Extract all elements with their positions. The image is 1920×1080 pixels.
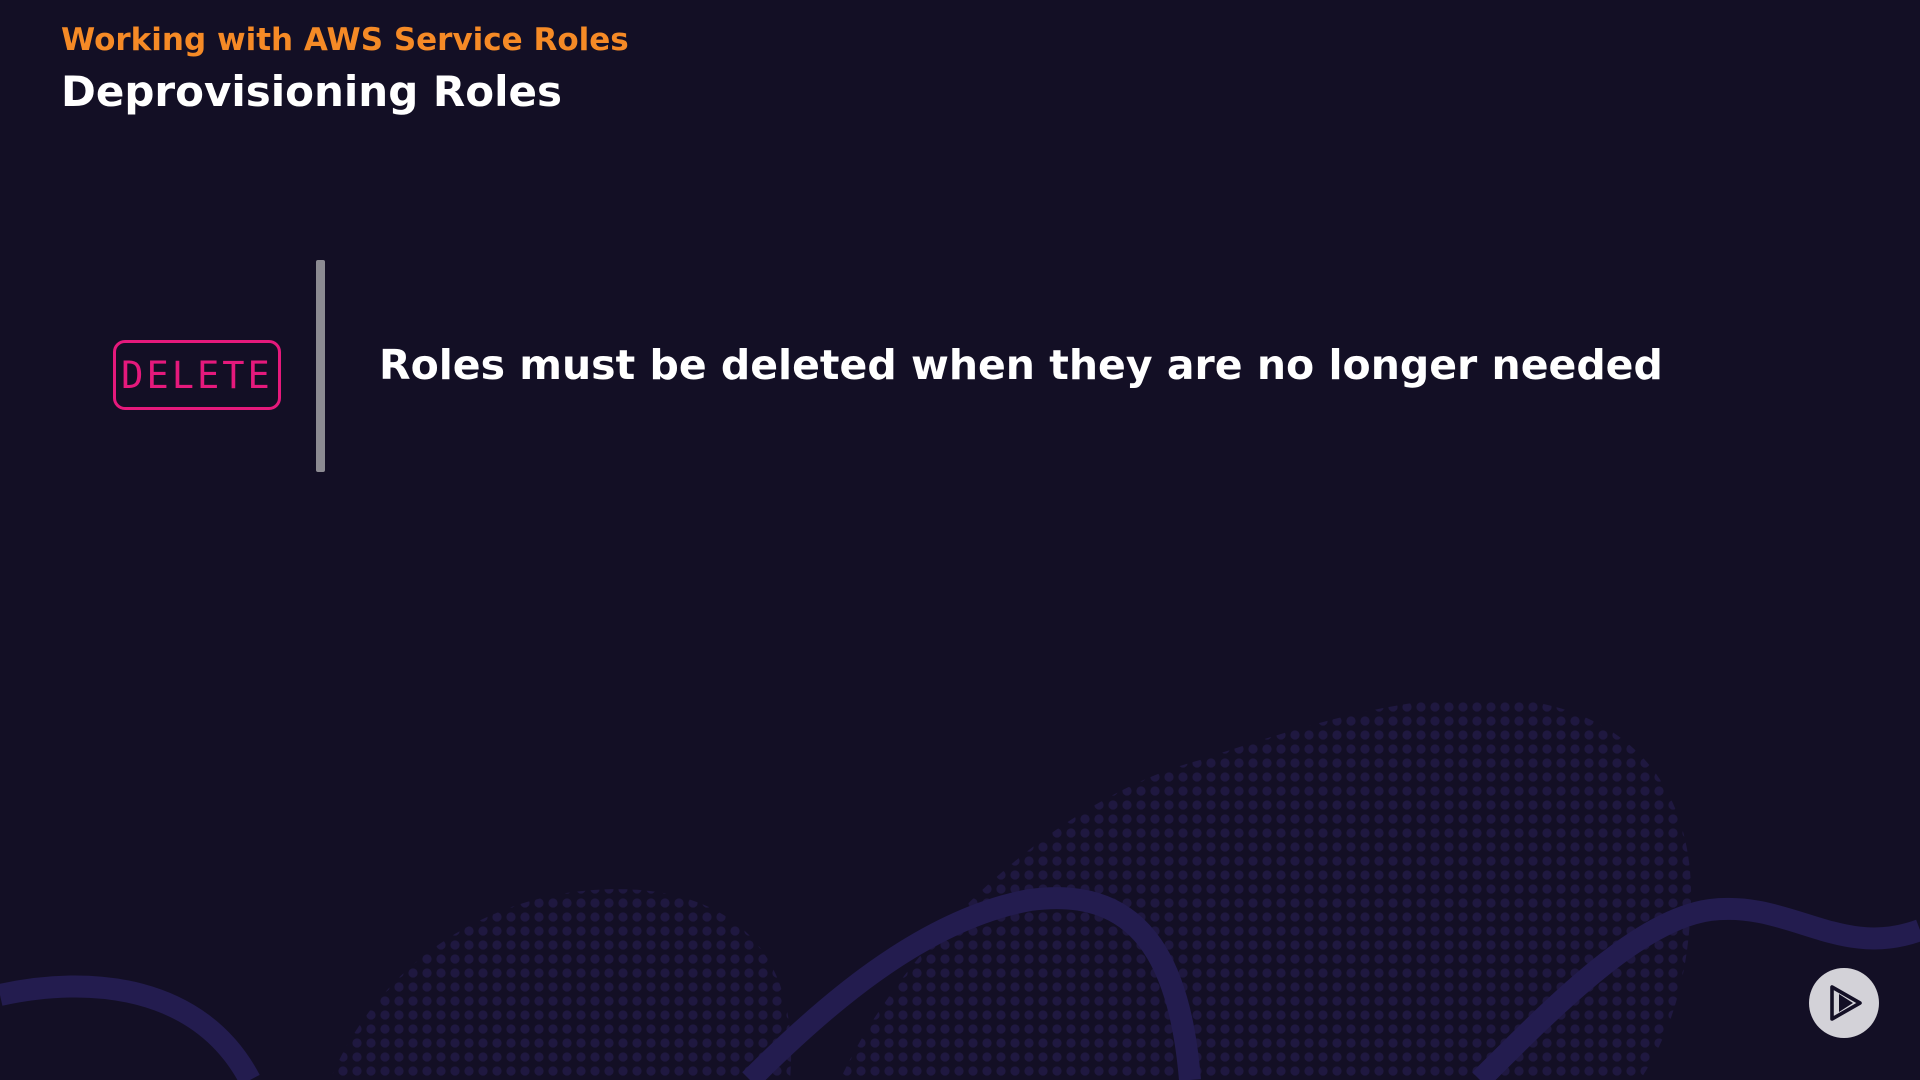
- vertical-divider: [316, 260, 325, 472]
- wave-line-middle: [742, 887, 1201, 1080]
- delete-badge-label: DELETE: [121, 353, 273, 397]
- statement-text: Roles must be deleted when they are no l…: [379, 341, 1663, 389]
- background-decoration: [0, 698, 1920, 1080]
- wave-line-left: [0, 975, 260, 1080]
- delete-badge: DELETE: [113, 340, 281, 410]
- brand-logo: [1809, 968, 1879, 1038]
- dot-texture-right: [840, 698, 1692, 1080]
- slide-title: Deprovisioning Roles: [61, 67, 562, 116]
- course-title: Working with AWS Service Roles: [61, 22, 629, 58]
- dot-texture-left: [330, 889, 792, 1080]
- play-logo-icon: [1830, 985, 1862, 1021]
